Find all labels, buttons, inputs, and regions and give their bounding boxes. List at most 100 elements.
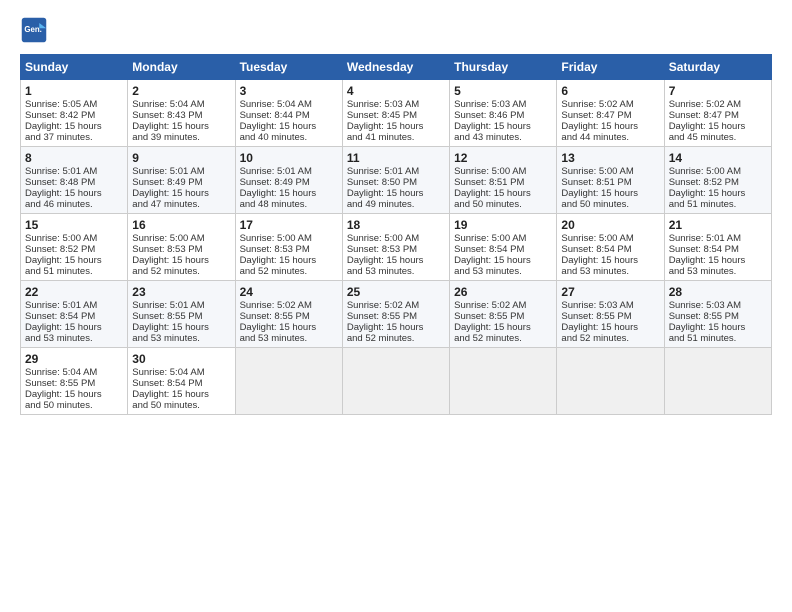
calendar-cell: 19Sunrise: 5:00 AMSunset: 8:54 PMDayligh… <box>450 214 557 281</box>
day-number: 26 <box>454 285 552 299</box>
day-info-line: and 39 minutes. <box>132 132 230 143</box>
day-info-line: Sunrise: 5:02 AM <box>454 300 552 311</box>
day-info-line: Daylight: 15 hours <box>25 121 123 132</box>
day-info-line: Sunset: 8:53 PM <box>132 244 230 255</box>
day-number: 11 <box>347 151 445 165</box>
calendar-table: SundayMondayTuesdayWednesdayThursdayFrid… <box>20 54 772 415</box>
day-info-line: and 53 minutes. <box>454 266 552 277</box>
day-number: 13 <box>561 151 659 165</box>
day-info-line: Sunset: 8:54 PM <box>669 244 767 255</box>
day-info-line: and 48 minutes. <box>240 199 338 210</box>
day-number: 1 <box>25 84 123 98</box>
day-number: 23 <box>132 285 230 299</box>
day-info-line: Sunset: 8:47 PM <box>561 110 659 121</box>
day-info-line: Sunset: 8:55 PM <box>240 311 338 322</box>
day-info-line: Sunrise: 5:01 AM <box>669 233 767 244</box>
calendar-cell: 18Sunrise: 5:00 AMSunset: 8:53 PMDayligh… <box>342 214 449 281</box>
day-info-line: and 53 minutes. <box>132 333 230 344</box>
calendar-cell: 29Sunrise: 5:04 AMSunset: 8:55 PMDayligh… <box>21 348 128 415</box>
day-info-line: Sunrise: 5:00 AM <box>561 233 659 244</box>
day-info-line: Daylight: 15 hours <box>561 188 659 199</box>
week-row-2: 8Sunrise: 5:01 AMSunset: 8:48 PMDaylight… <box>21 147 772 214</box>
week-row-3: 15 Sunrise: 5:00 AM Sunset: 8:52 PM Dayligh… <box>21 214 772 281</box>
day-number: 21 <box>669 218 767 232</box>
day-info-line: and 51 minutes. <box>669 199 767 210</box>
day-info-line: Daylight: 15 hours <box>132 188 230 199</box>
week-row-4: 22Sunrise: 5:01 AMSunset: 8:54 PMDayligh… <box>21 281 772 348</box>
day-info-line: Sunset: 8:55 PM <box>669 311 767 322</box>
day-info-line: and 40 minutes. <box>240 132 338 143</box>
day-info-line: Daylight: 15 hours <box>240 322 338 333</box>
week-row-1: 1Sunrise: 5:05 AMSunset: 8:42 PMDaylight… <box>21 80 772 147</box>
day-info-line: and 50 minutes. <box>561 199 659 210</box>
day-number: 15 <box>25 218 123 232</box>
day-info-line: Daylight: 15 hours <box>454 322 552 333</box>
calendar-cell: 2Sunrise: 5:04 AMSunset: 8:43 PMDaylight… <box>128 80 235 147</box>
week-row-5: 29Sunrise: 5:04 AMSunset: 8:55 PMDayligh… <box>21 348 772 415</box>
day-info-line: Sunrise: 5:00 AM <box>132 233 230 244</box>
calendar-cell: 13Sunrise: 5:00 AMSunset: 8:51 PMDayligh… <box>557 147 664 214</box>
calendar-cell: 22Sunrise: 5:01 AMSunset: 8:54 PMDayligh… <box>21 281 128 348</box>
day-info-line: Daylight: 15 hours <box>669 188 767 199</box>
calendar-cell: 16Sunrise: 5:00 AMSunset: 8:53 PMDayligh… <box>128 214 235 281</box>
day-info-line: Sunrise: 5:01 AM <box>132 166 230 177</box>
day-info-line: Sunset: 8:52 PM <box>669 177 767 188</box>
calendar-cell: 6Sunrise: 5:02 AMSunset: 8:47 PMDaylight… <box>557 80 664 147</box>
day-number: 2 <box>132 84 230 98</box>
day-info-line: Daylight: 15 hours <box>132 322 230 333</box>
day-info-line: Daylight: 15 hours <box>669 255 767 266</box>
day-info-line: Sunrise: 5:01 AM <box>25 166 123 177</box>
day-info-line: and 53 minutes. <box>561 266 659 277</box>
calendar-cell: 25Sunrise: 5:02 AMSunset: 8:55 PMDayligh… <box>342 281 449 348</box>
day-info-line: Sunrise: 5:04 AM <box>240 99 338 110</box>
calendar-cell: 9Sunrise: 5:01 AMSunset: 8:49 PMDaylight… <box>128 147 235 214</box>
day-number: 17 <box>240 218 338 232</box>
day-number: 20 <box>561 218 659 232</box>
day-info-line: Sunset: 8:54 PM <box>25 311 123 322</box>
day-info-line: Sunset: 8:55 PM <box>561 311 659 322</box>
day-info-line: Sunrise: 5:04 AM <box>25 367 123 378</box>
calendar-cell <box>342 348 449 415</box>
day-number: 12 <box>454 151 552 165</box>
weekday-header-wednesday: Wednesday <box>342 55 449 80</box>
day-info-line: Sunrise: 5:00 AM <box>561 166 659 177</box>
day-info-line: Sunrise: 5:03 AM <box>561 300 659 311</box>
day-info-line: Daylight: 15 hours <box>240 188 338 199</box>
day-info-line: and 47 minutes. <box>132 199 230 210</box>
calendar-cell: 8Sunrise: 5:01 AMSunset: 8:48 PMDaylight… <box>21 147 128 214</box>
day-info-line: Sunset: 8:44 PM <box>240 110 338 121</box>
day-number: 28 <box>669 285 767 299</box>
weekday-header-sunday: Sunday <box>21 55 128 80</box>
day-info-line: Daylight: 15 hours <box>132 255 230 266</box>
day-info-line: Sunset: 8:55 PM <box>347 311 445 322</box>
day-info-line: and 45 minutes. <box>669 132 767 143</box>
day-info-line: Sunset: 8:52 PM <box>25 244 123 255</box>
day-info-line: and 53 minutes. <box>25 333 123 344</box>
calendar-cell: 11Sunrise: 5:01 AMSunset: 8:50 PMDayligh… <box>342 147 449 214</box>
day-info-line: Daylight: 15 hours <box>25 188 123 199</box>
day-info-line: Sunrise: 5:03 AM <box>669 300 767 311</box>
day-info-line: Sunrise: 5:04 AM <box>132 99 230 110</box>
day-info-line: Sunrise: 5:02 AM <box>561 99 659 110</box>
day-info-line: Sunset: 8:54 PM <box>132 378 230 389</box>
day-number: 9 <box>132 151 230 165</box>
day-info-line: Sunrise: 5:03 AM <box>347 99 445 110</box>
day-info-line: Sunset: 8:48 PM <box>25 177 123 188</box>
day-info-line: Daylight: 15 hours <box>454 188 552 199</box>
calendar-cell: 4Sunrise: 5:03 AMSunset: 8:45 PMDaylight… <box>342 80 449 147</box>
day-number: 19 <box>454 218 552 232</box>
day-info-line: Sunrise: 5:01 AM <box>347 166 445 177</box>
day-info-line: Daylight: 15 hours <box>454 121 552 132</box>
calendar-cell: 3Sunrise: 5:04 AMSunset: 8:44 PMDaylight… <box>235 80 342 147</box>
calendar-cell <box>235 348 342 415</box>
day-number: 4 <box>347 84 445 98</box>
calendar-cell: 27Sunrise: 5:03 AMSunset: 8:55 PMDayligh… <box>557 281 664 348</box>
day-info-line: Daylight: 15 hours <box>454 255 552 266</box>
day-info-line: Daylight: 15 hours <box>25 389 123 400</box>
day-info-line: Sunset: 8:55 PM <box>454 311 552 322</box>
day-info-line: Daylight: 15 hours <box>561 322 659 333</box>
day-info-line: and 49 minutes. <box>347 199 445 210</box>
day-info-line: Sunrise: 5:02 AM <box>240 300 338 311</box>
day-info-line: Sunrise: 5:01 AM <box>25 300 123 311</box>
calendar-cell: 10Sunrise: 5:01 AMSunset: 8:49 PMDayligh… <box>235 147 342 214</box>
